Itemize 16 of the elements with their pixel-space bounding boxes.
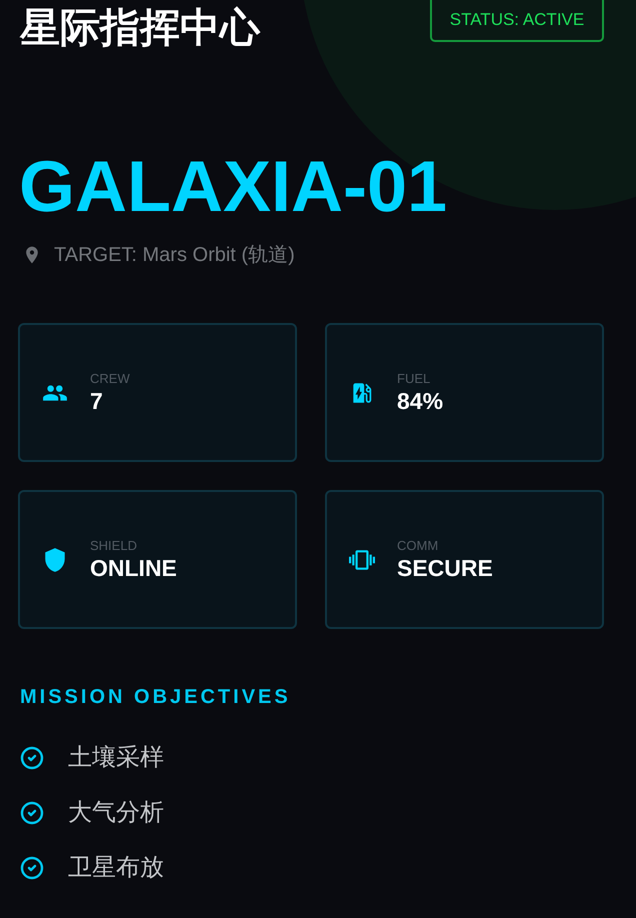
stat-label: CREW	[90, 370, 130, 386]
target-text: TARGET: Mars Orbit (轨道)	[54, 243, 295, 268]
stat-value: 7	[90, 386, 104, 414]
stat-value: SECURE	[397, 554, 493, 582]
objective-text: 土壤采样	[68, 743, 164, 773]
objective-text: 大气分析	[68, 798, 164, 828]
stat-value: 84%	[397, 386, 444, 414]
stat-label: SHIELD	[90, 538, 138, 554]
ship-name: GALAXIA-01	[19, 151, 448, 223]
status-badge: STATUS: ACTIVE	[430, 0, 604, 42]
stat-label: FUEL	[397, 370, 432, 386]
stat-value: ONLINE	[90, 554, 177, 582]
objective-text: 卫星布放	[68, 853, 164, 883]
section-heading: MISSION OBJECTIVES	[20, 685, 291, 709]
stat-label: COMM	[397, 538, 440, 554]
page-title: 星际指挥中心	[20, 6, 260, 50]
